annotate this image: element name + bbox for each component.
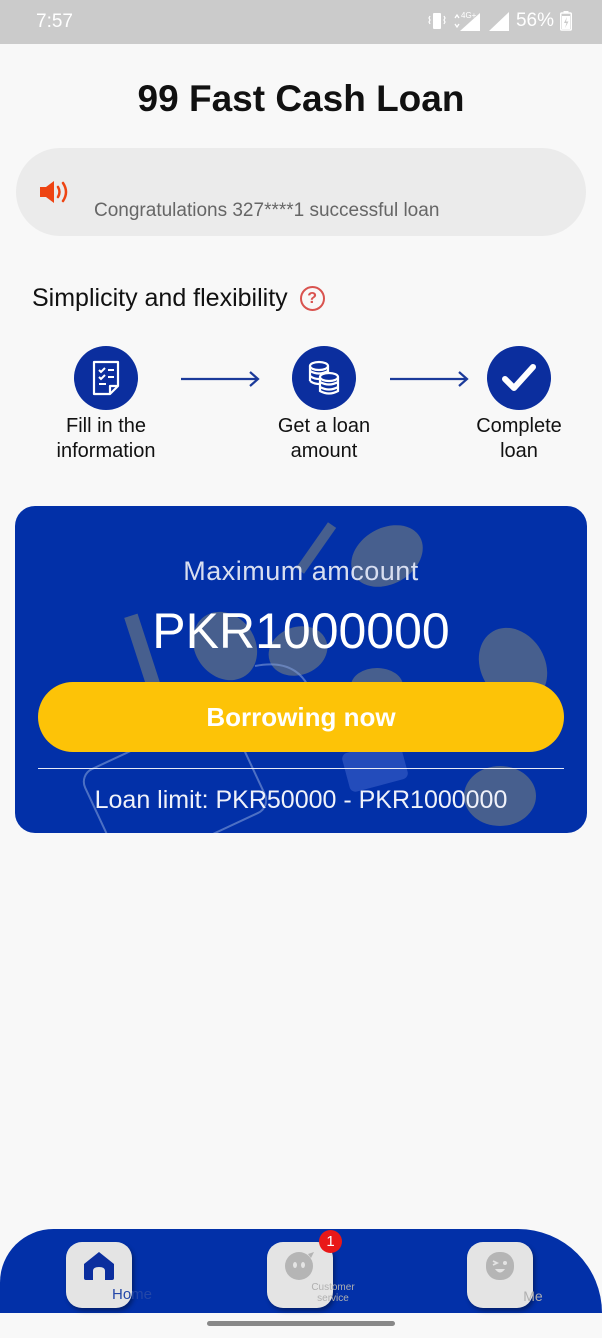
notification-badge: 1 [319,1230,342,1253]
step-label-line1: Complete [476,415,562,437]
coins-stack-icon [308,360,340,395]
step-label-line2: loan [500,440,538,462]
status-bar: 7:57 4G+ 56% [0,0,602,44]
home-icon [84,1252,114,1280]
tab-me[interactable]: Me [467,1242,543,1308]
signal-4g-icon: 4G+ [454,11,480,31]
notice-message: Congratulations 327****1 successful loan [94,200,440,221]
step-label-line1: Fill in the [65,415,147,437]
chat-bot-icon [285,1252,314,1280]
max-amount-value: PKR1000000 [152,603,450,659]
step-complete-loan: Complete loan [434,346,602,464]
checklist-document-icon [92,360,120,396]
battery-charging-icon [560,11,572,31]
status-icons: 4G+ 56% [428,10,572,32]
loan-amount-card: Maximum amcount PKR1000000 Borrowing now… [15,506,587,833]
tab-customer-service[interactable]: Customer service 1 [267,1230,355,1308]
profile-face-icon [486,1252,514,1280]
card-divider [38,768,564,769]
process-title: Simplicity and flexibility [32,284,288,312]
loan-notice-banner: Congratulations 327****1 successful loan [16,148,586,236]
step-fill-information: Fill in the information [21,346,191,464]
step-label-line1: Get a loan [277,415,371,437]
tab-label: Customer service [311,1282,355,1304]
vibrate-icon [428,13,446,29]
tab-label: Home [111,1286,152,1303]
tab-home[interactable]: Home [66,1242,152,1308]
page-title: 99 Fast Cash Loan [137,78,465,119]
home-indicator[interactable] [207,1321,395,1326]
loan-limit-text: Loan limit: PKR50000 - PKR1000000 [94,786,508,814]
bottom-tab-bar: Home Customer service 1 Me [0,1229,602,1313]
speaker-icon [40,181,68,203]
battery-percent: 56% [515,10,554,31]
step-label-line2: information [56,440,156,462]
question-circle-icon[interactable]: ? [299,286,325,311]
step-label-line2: amount [290,440,358,462]
process-section-title: Simplicity and flexibility ? [32,284,325,313]
borrow-now-button[interactable]: Borrowing now [38,682,564,752]
checkmark-icon [502,364,536,391]
max-amount-label: Maximum amcount [183,556,419,586]
tab-label: Me [523,1288,543,1304]
status-time: 7:57 [36,11,73,32]
step-get-loan-amount: Get a loan amount [239,346,409,464]
signal-icon [488,12,509,31]
